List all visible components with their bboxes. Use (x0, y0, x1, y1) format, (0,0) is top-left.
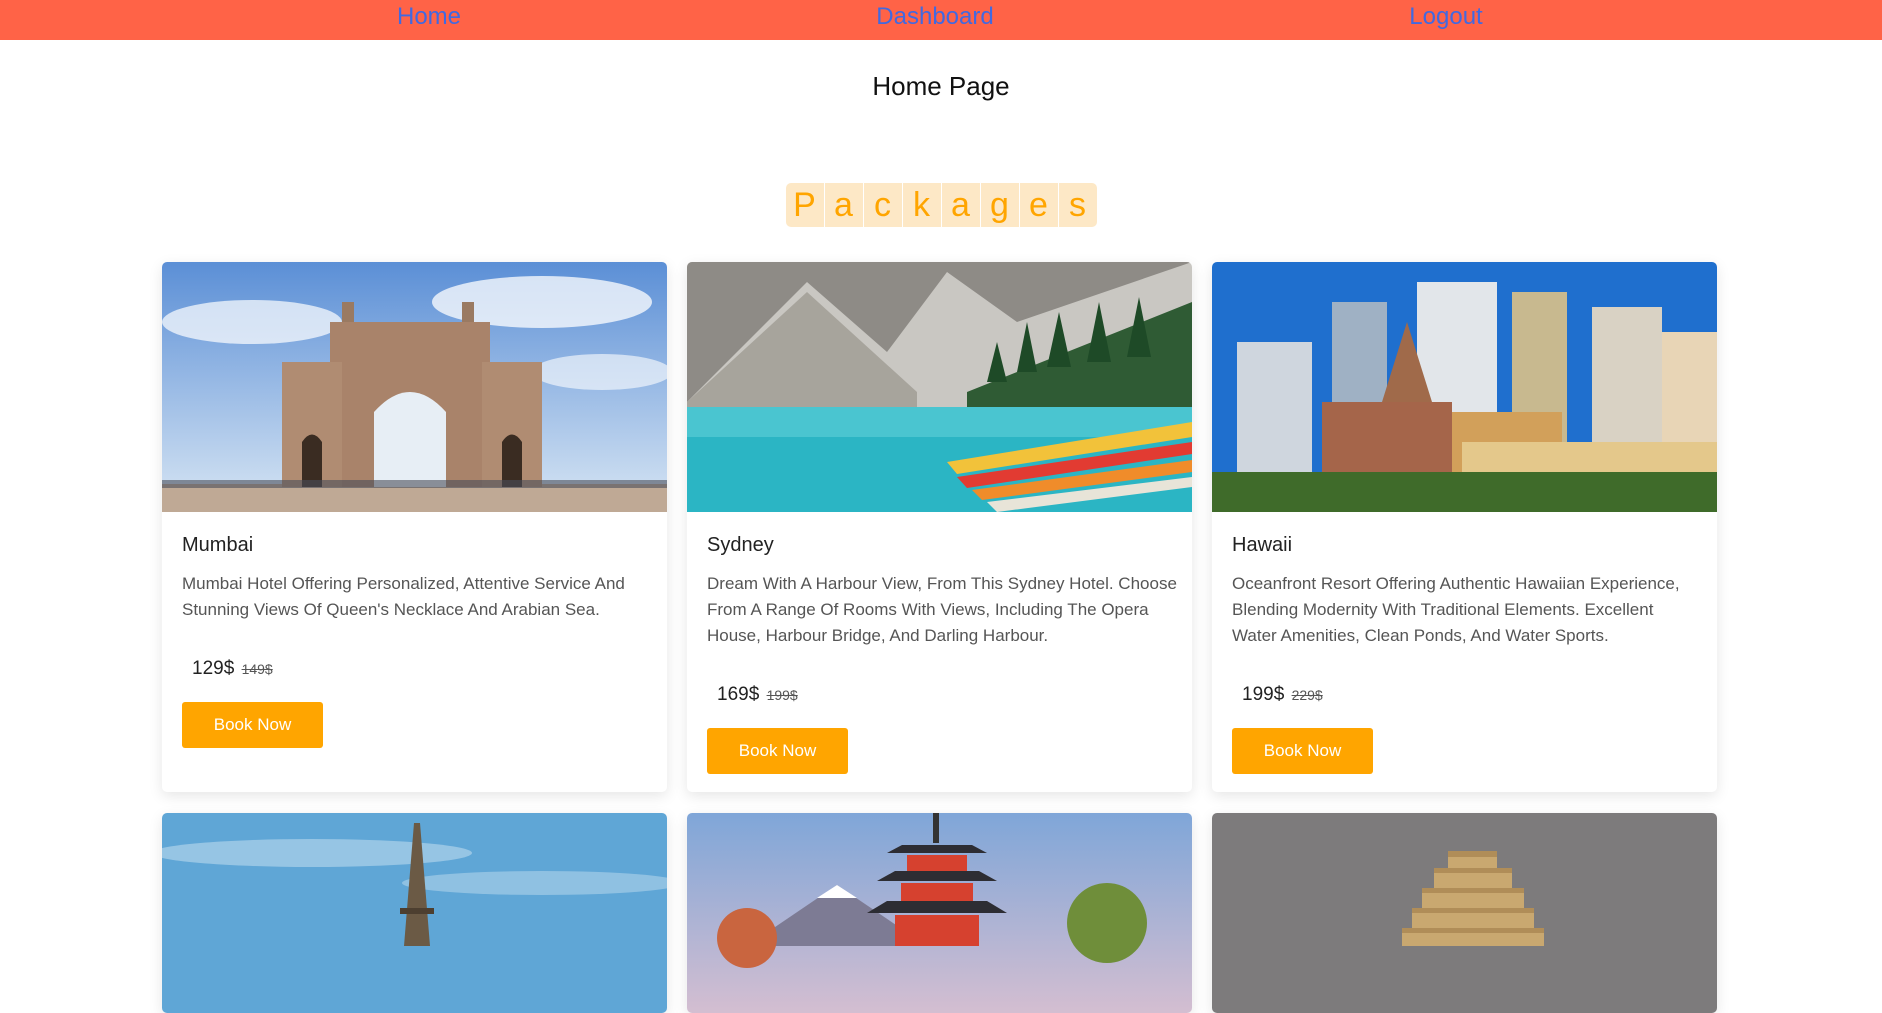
city-skyline-image (1212, 262, 1717, 512)
package-price: 129$ 149$ (192, 656, 273, 682)
package-name: Sydney (707, 534, 774, 556)
package-card (1212, 813, 1717, 1013)
top-navbar: Home Dashboard Logout (0, 0, 1882, 40)
package-description: Oceanfront Resort Offering Authentic Haw… (1232, 574, 1680, 645)
packages-heading-letter: k (902, 183, 941, 227)
nav-home-link[interactable]: Home (397, 2, 461, 32)
book-now-button[interactable]: Book Now (182, 702, 323, 748)
packages-heading-letter: s (1058, 183, 1097, 227)
package-card-sydney: Sydney Dream With A Harbour View, From T… (687, 262, 1192, 792)
current-price: 129$ (192, 658, 235, 679)
packages-heading: P a c k a g e s (0, 183, 1882, 227)
gateway-of-india-image (162, 262, 667, 512)
package-description: Mumbai Hotel Offering Personalized, Atte… (182, 574, 625, 619)
current-price: 169$ (717, 684, 760, 705)
book-now-button[interactable]: Book Now (707, 728, 848, 774)
package-name: Hawaii (1232, 534, 1293, 556)
book-now-button[interactable]: Book Now (1232, 728, 1373, 774)
eiffel-tower-image (162, 813, 667, 1013)
nav-logout-link[interactable]: Logout (1409, 2, 1482, 32)
package-name: Mumbai (182, 534, 254, 556)
package-card (162, 813, 667, 1013)
package-price: 169$ 199$ (717, 682, 798, 708)
package-card (687, 813, 1192, 1013)
old-price: 199$ (766, 687, 798, 703)
package-price: 199$ 229$ (1242, 682, 1323, 708)
package-card-hawaii: Hawaii Oceanfront Resort Offering Authen… (1212, 262, 1717, 792)
nav-dashboard-link[interactable]: Dashboard (876, 2, 993, 32)
mountain-lake-image (687, 262, 1192, 512)
old-price: 149$ (241, 661, 273, 677)
packages-heading-letter: g (980, 183, 1019, 227)
packages-heading-letter: e (1019, 183, 1058, 227)
package-card-mumbai: Mumbai Mumbai Hotel Offering Personalize… (162, 262, 667, 792)
packages-heading-letter: a (941, 183, 980, 227)
package-description: Dream With A Harbour View, From This Syd… (707, 574, 1177, 645)
page-title: Home Page (872, 71, 1010, 101)
step-pyramid-image (1212, 813, 1717, 1013)
current-price: 199$ (1242, 684, 1285, 705)
packages-heading-letter: a (824, 183, 863, 227)
old-price: 229$ (1291, 687, 1323, 703)
packages-heading-letter: P (785, 183, 824, 227)
pagoda-fuji-image (687, 813, 1192, 1013)
packages-heading-letter: c (863, 183, 902, 227)
